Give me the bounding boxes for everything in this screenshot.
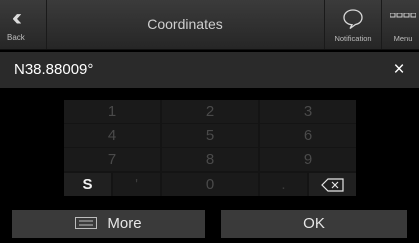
notification-button[interactable]: Notification — [324, 0, 382, 49]
back-label: Back — [7, 33, 25, 42]
key-1[interactable]: 1 — [64, 100, 160, 123]
menu-label: Menu — [393, 34, 413, 43]
back-icon: ‹‹ — [12, 4, 22, 31]
key-4[interactable]: 4 — [64, 124, 160, 147]
menu-button[interactable]: Menu — [381, 0, 419, 49]
speech-bubble-icon — [343, 9, 363, 30]
backspace-button[interactable] — [309, 173, 356, 196]
key-5[interactable]: 5 — [162, 124, 258, 147]
key-south[interactable]: S — [64, 173, 111, 196]
key-3[interactable]: 3 — [260, 100, 356, 123]
key-decimal[interactable]: . — [260, 173, 307, 196]
more-label: More — [107, 215, 142, 232]
key-2[interactable]: 2 — [162, 100, 258, 123]
list-icon — [75, 216, 98, 229]
coordinate-value: N38.88009° — [14, 61, 94, 78]
top-bar: ‹‹ Back Coordinates Notification Menu — [0, 0, 419, 50]
more-button[interactable]: More — [12, 210, 205, 238]
key-9[interactable]: 9 — [260, 148, 356, 171]
page-title: Coordinates — [147, 16, 223, 32]
key-0[interactable]: 0 — [162, 173, 258, 196]
footer-bar: More OK — [12, 210, 407, 238]
key-6[interactable]: 6 — [260, 124, 356, 147]
key-minute[interactable]: ' — [113, 173, 160, 196]
clear-icon[interactable]: × — [387, 58, 411, 82]
key-8[interactable]: 8 — [162, 148, 258, 171]
back-button[interactable]: ‹‹ Back — [0, 0, 47, 49]
key-7[interactable]: 7 — [64, 148, 160, 171]
menu-grid-icon — [390, 13, 416, 18]
notification-label: Notification — [334, 34, 372, 43]
ok-button[interactable]: OK — [221, 210, 407, 238]
coordinate-input[interactable]: N38.88009° × — [0, 52, 419, 88]
backspace-icon — [320, 178, 344, 192]
numeric-keypad: 1 2 3 4 5 6 7 8 9 S ' 0 . — [64, 100, 356, 196]
